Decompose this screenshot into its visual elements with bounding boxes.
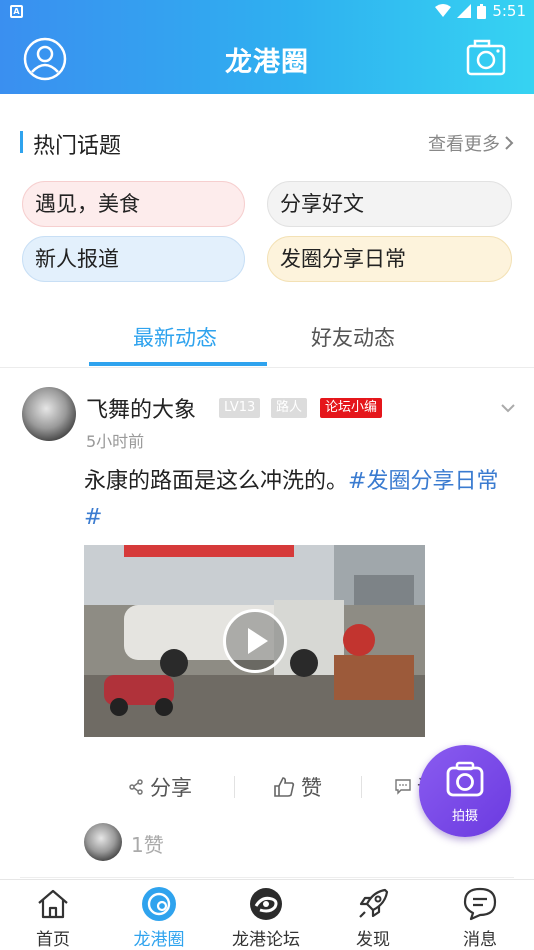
post-video[interactable] [84,545,425,737]
level-badge: LV13 [219,398,261,418]
chevron-down-icon[interactable] [500,402,516,414]
nav-forum[interactable]: 龙港论坛 [213,880,319,950]
tab-friends[interactable]: 好友动态 [311,322,395,352]
like-count: 1赞 [131,833,164,857]
share-button[interactable]: 分享 [128,772,192,802]
nav-circle-label: 龙港圈 [133,930,185,950]
role-badge: 论坛小编 [320,398,383,418]
app-header: 龙港圈 [0,24,534,94]
divider [361,776,362,798]
tab-latest[interactable]: 最新动态 [133,322,217,352]
capture-label: 拍摄 [451,809,478,824]
clock: 5:51 [492,2,526,20]
message-icon [463,887,497,921]
nav-home[interactable]: 首页 [0,880,106,950]
post-body: 永康的路面是这么冲洗的。#发圈分享日常# [84,464,504,536]
status-right: 5:51 [435,2,526,20]
share-icon [129,779,143,795]
active-tab-indicator [89,362,267,366]
status-bar: A 5:51 [0,0,534,24]
share-label: 分享 [150,776,192,800]
rocket-icon [359,888,389,918]
camera-icon [446,761,484,797]
chevron-right-icon [505,136,514,150]
circle-icon [142,887,176,921]
hot-topics-title: 热门话题 [33,134,122,159]
play-button[interactable] [223,609,287,673]
author-name[interactable]: 飞舞的大象 [86,392,196,424]
topic-chip[interactable]: 遇见，美食 [22,181,245,227]
feed-tabs: 最新动态 好友动态 [0,310,534,368]
like-label: 赞 [301,776,322,800]
battery-icon [477,3,487,19]
nav-messages[interactable]: 消息 [427,880,533,950]
divider [234,776,235,798]
liker-avatar[interactable] [84,823,122,861]
nav-discover-label: 发现 [356,930,390,950]
section-accent-bar [20,131,23,153]
author-avatar[interactable] [22,387,76,441]
signal-icon [457,4,472,18]
forum-icon [250,888,282,920]
like-button[interactable]: 赞 [273,772,322,802]
topic-chip[interactable]: 分享好文 [267,181,512,227]
hot-topics-header: 热门话题 查看更多 [20,128,514,159]
post-timestamp: 5小时前 [86,432,145,451]
nav-circle[interactable]: 龙港圈 [106,880,212,950]
nav-home-label: 首页 [36,930,70,950]
camera-icon [466,39,506,76]
app-notification-icon: A [10,5,23,18]
page-title: 龙港圈 [225,47,309,78]
topic-chip[interactable]: 发圈分享日常 [267,236,512,282]
post-text: 永康的路面是这么冲洗的。 [84,469,349,494]
home-icon [38,889,68,919]
play-icon [248,628,268,654]
see-more-label: 查看更多 [428,134,500,155]
comment-icon [395,779,411,795]
topic-chip[interactable]: 新人报道 [22,236,245,282]
nav-messages-label: 消息 [463,930,497,950]
wifi-icon [435,4,452,17]
divider [20,877,514,878]
thumbs-up-icon [274,777,295,797]
bottom-nav: 首页 龙港圈 龙港论坛 发现 消息 [0,879,534,950]
nav-discover[interactable]: 发现 [320,880,426,950]
rank-badge: 路人 [271,398,308,418]
see-more-link[interactable]: 查看更多 [428,130,514,156]
nav-forum-label: 龙港论坛 [232,930,300,950]
capture-fab-button[interactable]: 拍摄 [419,745,511,837]
camera-button[interactable] [466,38,506,78]
